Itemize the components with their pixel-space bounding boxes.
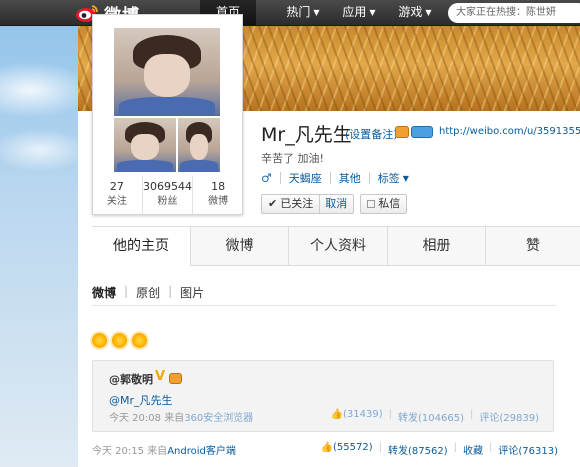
stat-posts-label: 微博 (208, 196, 229, 207)
verified-badge-icon[interactable]: V (155, 369, 165, 384)
avatar[interactable] (114, 28, 220, 116)
male-icon: ♂ (261, 171, 272, 185)
post-forward-button[interactable]: 转发(87562) (388, 442, 448, 457)
divider: | (453, 442, 457, 453)
avatar-thumb-2[interactable] (178, 118, 220, 172)
profile-actions: ✔ 已关注 取消 私信 (261, 194, 408, 214)
search-input[interactable]: 大家正在热搜：陈世妍 (448, 3, 580, 23)
message-button[interactable]: 私信 (360, 194, 408, 214)
thumbs-up-icon: 👍 (320, 442, 333, 453)
nav-game[interactable]: 游戏 ▼ (380, 0, 450, 26)
vip-badge-icon[interactable] (411, 126, 433, 138)
repost-comment-button[interactable]: 评论(29839) (479, 409, 539, 424)
followed-button[interactable]: ✔ 已关注 取消 (261, 194, 355, 214)
post-like-button[interactable]: 👍(55572) (321, 442, 373, 457)
post-emoji (92, 333, 147, 348)
tag-constellation[interactable]: 天蝎座 (289, 170, 322, 186)
divider: | (378, 442, 382, 453)
post-from-label: 来自 (147, 446, 168, 457)
stat-posts[interactable]: 18 微博 (193, 176, 243, 214)
stat-followers[interactable]: 3069544 粉丝 (143, 176, 194, 214)
thumbs-up-icon: 👍 (330, 409, 344, 420)
profile-bio: 辛苦了 加油! (261, 152, 324, 165)
tag-labels-text: 标签 (377, 172, 400, 185)
stat-followers-label: 粉丝 (157, 196, 178, 207)
post-meta: 今天 20:15 来自Android客户端 (92, 442, 236, 457)
message-icon (367, 200, 376, 208)
nav-hot-label: 热门 (286, 5, 311, 19)
sun-icon (112, 333, 127, 348)
check-icon: ✔ (268, 197, 278, 210)
post-source[interactable]: Android客户端 (167, 446, 236, 457)
chevron-down-icon: ▼ (425, 8, 432, 17)
stat-following-count: 27 (109, 180, 124, 193)
tab-weibo[interactable]: 微博 (191, 227, 289, 266)
divider: | (470, 409, 474, 420)
repost-source[interactable]: 360安全浏览器 (184, 413, 253, 424)
repost-author[interactable]: @郭敬明 (109, 371, 153, 387)
profile-tags: ♂ 天蝎座 其他 标签 ▼ (261, 170, 409, 186)
post-comment-button[interactable]: 评论(76313) (498, 442, 558, 457)
profile-url[interactable]: http://weibo.com/u/3591355593 (439, 126, 580, 137)
profile-badges (395, 126, 433, 138)
nav-app-label: 应用 (342, 5, 367, 19)
post-like-count: (55572) (333, 442, 373, 453)
repost-forward-button[interactable]: 转发(104665) (398, 409, 464, 424)
set-remark-link[interactable]: (设置备注) (345, 126, 398, 142)
divider: | (124, 284, 129, 298)
unfollow-link[interactable]: 取消 (319, 195, 347, 213)
post-time[interactable]: 今天 20:15 (92, 446, 144, 457)
tab-profile[interactable]: 个人资料 (289, 227, 388, 266)
profile-name: Mr_凡先生 (261, 124, 352, 146)
profile-stats: 27 关注 3069544 粉丝 18 微博 (92, 176, 243, 214)
message-label: 私信 (378, 197, 401, 210)
filter-all[interactable]: 微博 (92, 284, 116, 305)
filter-images[interactable]: 图片 (180, 284, 204, 305)
feed-filter: 微博 | 原创 | 图片 (92, 284, 556, 306)
chevron-down-icon: ▼ (402, 174, 409, 183)
repost-like-button[interactable]: 👍(31439) (331, 409, 383, 424)
nav-game-label: 游戏 (398, 5, 423, 19)
sun-icon (132, 333, 147, 348)
post-favorite-button[interactable]: 收藏 (463, 442, 483, 457)
profile-tabs: 他的主页 微博 个人资料 相册 赞 (92, 226, 580, 266)
repost-time[interactable]: 今天 20:08 (109, 413, 161, 424)
tag-labels[interactable]: 标签 ▼ (378, 170, 409, 186)
stat-following-label: 关注 (106, 196, 127, 207)
divider: | (489, 442, 493, 453)
chevron-down-icon: ▼ (369, 8, 376, 17)
tab-home[interactable]: 他的主页 (92, 227, 191, 266)
repost-meta: 今天 20:08 来自360安全浏览器 (109, 409, 253, 424)
stat-following[interactable]: 27 关注 (92, 176, 143, 214)
tab-album[interactable]: 相册 (388, 227, 486, 266)
repost-from-label: 来自 (164, 413, 185, 424)
reposted-weibo: @郭敬明 V @Mr_凡先生 今天 20:08 来自360安全浏览器 👍(314… (92, 360, 554, 432)
stat-followers-count: 3069544 (143, 180, 192, 193)
tab-likes[interactable]: 赞 (486, 227, 580, 266)
top-nav-bar: 微博 首页 热门▼ 应用▼ 游戏▼ 大家正在热搜：陈世妍 (0, 0, 580, 26)
followed-label: 已关注 (280, 197, 314, 210)
badge-icon[interactable] (395, 126, 409, 138)
avatar-thumb-1[interactable] (114, 118, 176, 172)
chevron-down-icon: ▼ (313, 8, 320, 17)
stat-posts-count: 18 (211, 180, 226, 193)
filter-original[interactable]: 原创 (136, 284, 160, 305)
tag-other[interactable]: 其他 (339, 170, 361, 186)
repost-like-count: (31439) (343, 409, 383, 420)
repost-actions: 👍(31439) | 转发(104665) | 评论(29839) (331, 409, 539, 424)
divider: | (168, 284, 173, 298)
repost-text[interactable]: @Mr_凡先生 (109, 392, 173, 408)
divider: | (388, 409, 393, 420)
sun-icon (92, 333, 107, 348)
post-actions: 👍(55572) | 转发(87562) | 收藏 | 评论(76313) (321, 442, 558, 457)
badge-icon[interactable] (169, 373, 182, 384)
